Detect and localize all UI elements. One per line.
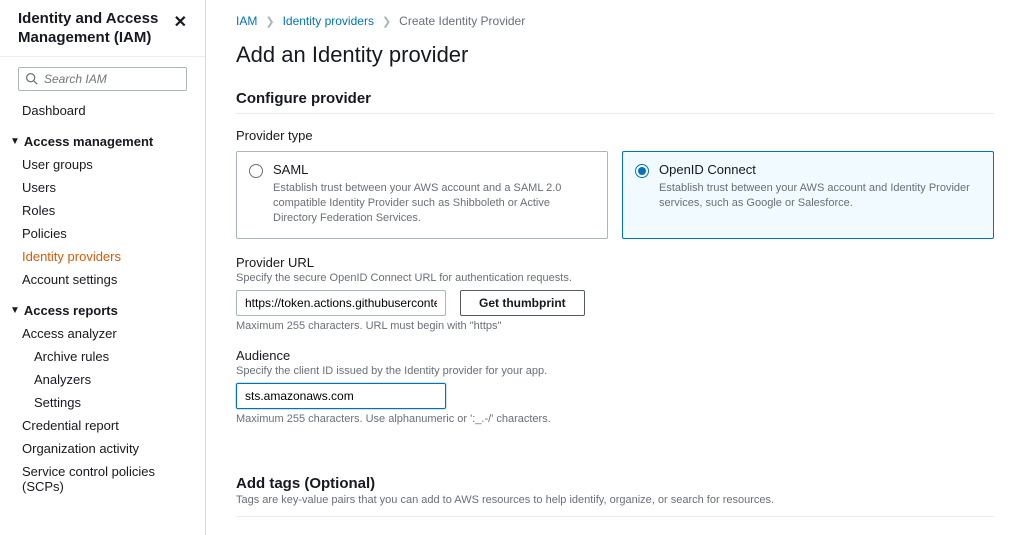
sidebar-title: Identity and Access Management (IAM) (18, 10, 170, 48)
provider-url-row: Provider URL Specify the secure OpenID C… (236, 255, 994, 332)
provider-oidc-name: OpenID Connect (659, 162, 981, 177)
page-title: Add an Identity provider (236, 42, 994, 68)
provider-type-row: SAML Establish trust between your AWS ac… (236, 151, 994, 239)
nav-policies[interactable]: Policies (4, 222, 201, 245)
nav-identity-providers[interactable]: Identity providers (4, 245, 201, 268)
tags-title: Add tags (Optional) (236, 475, 994, 492)
nav-group-label: Access reports (24, 303, 118, 318)
provider-url-help: Specify the secure OpenID Connect URL fo… (236, 272, 994, 284)
main: IAM ❯ Identity providers ❯ Create Identi… (206, 0, 1024, 535)
radio-icon (249, 164, 263, 178)
search-box[interactable] (18, 67, 187, 91)
configure-section: Provider type SAML Establish trust betwe… (236, 113, 994, 425)
nav-users[interactable]: Users (4, 176, 201, 199)
radio-icon (635, 164, 649, 178)
nav-roles[interactable]: Roles (4, 199, 201, 222)
audience-input[interactable] (236, 383, 446, 409)
nav-analyzers[interactable]: Analyzers (4, 368, 201, 391)
nav-archive-rules[interactable]: Archive rules (4, 345, 201, 368)
caret-down-icon: ▼ (10, 305, 20, 316)
breadcrumb-iam[interactable]: IAM (236, 14, 257, 28)
provider-url-input[interactable] (236, 290, 446, 316)
caret-down-icon: ▼ (10, 136, 20, 147)
divider (236, 516, 994, 517)
nav-user-groups[interactable]: User groups (4, 153, 201, 176)
tags-section: Add tags (Optional) Tags are key-value p… (236, 475, 994, 517)
configure-provider-title: Configure provider (236, 90, 994, 107)
provider-url-hint: Maximum 255 characters. URL must begin w… (236, 320, 994, 332)
nav-dashboard[interactable]: Dashboard (4, 99, 201, 122)
nav-credential-report[interactable]: Credential report (4, 414, 201, 437)
get-thumbprint-button[interactable]: Get thumbprint (460, 290, 585, 316)
close-icon[interactable]: ✕ (170, 10, 191, 34)
search-icon (25, 72, 38, 85)
nav-account-settings[interactable]: Account settings (4, 268, 201, 291)
audience-hint: Maximum 255 characters. Use alphanumeric… (236, 413, 994, 425)
breadcrumb: IAM ❯ Identity providers ❯ Create Identi… (236, 14, 994, 28)
audience-help: Specify the client ID issued by the Iden… (236, 365, 994, 377)
chevron-right-icon: ❯ (382, 15, 391, 28)
chevron-right-icon: ❯ (265, 15, 274, 28)
provider-card-oidc[interactable]: OpenID Connect Establish trust between y… (622, 151, 994, 239)
provider-type-label: Provider type (236, 128, 994, 143)
tags-desc: Tags are key-value pairs that you can ad… (236, 494, 994, 506)
nav-group-access-reports[interactable]: ▼ Access reports (4, 299, 201, 322)
nav-organization-activity[interactable]: Organization activity (4, 437, 201, 460)
breadcrumb-current: Create Identity Provider (399, 14, 525, 28)
sidebar-header: Identity and Access Management (IAM) ✕ (0, 0, 205, 57)
provider-card-saml[interactable]: SAML Establish trust between your AWS ac… (236, 151, 608, 239)
provider-saml-name: SAML (273, 162, 595, 177)
search-wrap (0, 57, 205, 99)
provider-saml-desc: Establish trust between your AWS account… (273, 181, 595, 226)
search-input[interactable] (44, 72, 180, 86)
nav-access-analyzer[interactable]: Access analyzer (4, 322, 201, 345)
audience-label: Audience (236, 348, 994, 363)
provider-url-label: Provider URL (236, 255, 994, 270)
nav-group-label: Access management (24, 134, 153, 149)
nav-group-access-management[interactable]: ▼ Access management (4, 130, 201, 153)
breadcrumb-identity-providers[interactable]: Identity providers (283, 14, 374, 28)
nav-scps[interactable]: Service control policies (SCPs) (4, 460, 201, 498)
sidebar: Identity and Access Management (IAM) ✕ D… (0, 0, 206, 535)
nav-settings[interactable]: Settings (4, 391, 201, 414)
audience-row: Audience Specify the client ID issued by… (236, 348, 994, 425)
nav: Dashboard ▼ Access management User group… (0, 99, 205, 508)
provider-oidc-desc: Establish trust between your AWS account… (659, 181, 981, 211)
